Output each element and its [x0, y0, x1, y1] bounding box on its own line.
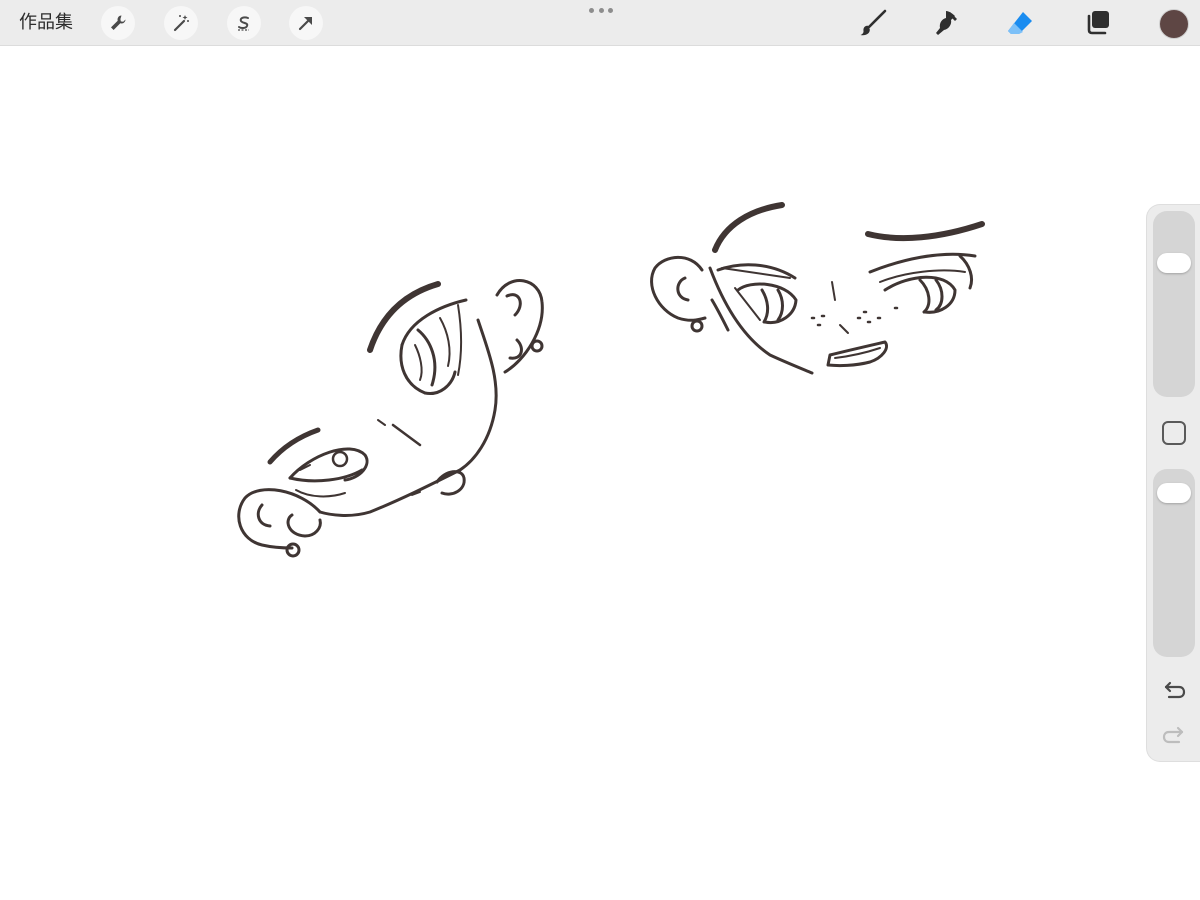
brush-opacity-handle[interactable]	[1157, 482, 1191, 503]
sketch-stroke	[831, 281, 836, 301]
sketch-stroke	[676, 276, 690, 302]
modify-button[interactable]	[1162, 421, 1186, 445]
sketch-stroke	[760, 288, 770, 324]
sketch-stroke	[295, 489, 346, 498]
sketch-stroke	[267, 427, 321, 465]
transform-button[interactable]	[289, 6, 323, 40]
smudge-tool-button[interactable]	[929, 6, 963, 40]
sketch-stroke	[285, 542, 301, 558]
sketch-stroke	[734, 287, 761, 321]
sketch-stroke	[288, 447, 369, 482]
sketch-stroke	[865, 221, 985, 242]
sketch-stroke	[839, 324, 849, 334]
sketch-stroke	[439, 317, 451, 367]
brush-icon	[860, 9, 887, 36]
gallery-button[interactable]: 作品集	[19, 11, 73, 35]
sketch-stroke	[495, 279, 544, 374]
brush-opacity-slider[interactable]	[1153, 469, 1195, 657]
sketch-stroke	[458, 318, 498, 472]
arrow-transform-icon	[298, 17, 312, 31]
adjustments-button[interactable]	[164, 6, 198, 40]
sketch-stroke	[331, 450, 349, 468]
sketch-stroke	[810, 306, 899, 327]
sketch-stroke	[716, 263, 797, 280]
grip-dot	[589, 8, 594, 13]
sketch-stroke	[690, 319, 704, 333]
layers-button[interactable]	[1081, 6, 1115, 40]
redo-icon	[1162, 726, 1184, 744]
drawing-canvas[interactable]	[0, 47, 1200, 900]
sketch-stroke	[457, 304, 462, 376]
magic-wand-icon	[173, 15, 189, 32]
sketch-stroke	[423, 370, 457, 395]
brush-sidebar	[1146, 204, 1200, 762]
sketch-stroke	[934, 278, 944, 312]
sketch-stroke	[712, 202, 785, 253]
selection-s-icon	[238, 16, 249, 31]
paint-tool-button[interactable]	[856, 6, 890, 40]
sketch-stroke	[256, 503, 272, 528]
color-picker-button[interactable]	[1159, 9, 1189, 39]
grip-dot	[598, 8, 604, 13]
undo-button[interactable]	[1161, 680, 1187, 702]
undo-icon	[1164, 681, 1186, 699]
redo-button[interactable]	[1161, 725, 1187, 747]
sketch-stroke	[508, 338, 523, 360]
wrench-icon	[111, 15, 126, 30]
brush-size-slider[interactable]	[1153, 211, 1195, 397]
sketch-stroke	[918, 278, 931, 314]
sketch-stroke	[377, 419, 386, 426]
sketch-stroke	[237, 488, 322, 550]
sketch-stroke	[505, 293, 522, 317]
top-toolbar: 作品集	[0, 0, 1200, 46]
sketch-stroke	[530, 339, 544, 353]
toolbar-grip-handle[interactable]	[589, 8, 613, 14]
sketch-stroke	[400, 298, 468, 347]
actions-button[interactable]	[101, 6, 135, 40]
sketch-stroke	[286, 513, 322, 538]
eraser-icon	[1008, 12, 1032, 34]
grip-dot	[608, 8, 613, 13]
sketch-stroke	[414, 344, 423, 381]
selection-button[interactable]	[227, 6, 261, 40]
eraser-tool-button[interactable]	[1003, 6, 1037, 40]
sketch-artwork	[237, 202, 985, 558]
sketch-stroke	[776, 288, 784, 322]
sketch-stroke	[391, 423, 422, 447]
brush-size-handle[interactable]	[1157, 252, 1191, 273]
layers-icon	[1087, 11, 1109, 35]
smudge-icon	[936, 11, 957, 35]
